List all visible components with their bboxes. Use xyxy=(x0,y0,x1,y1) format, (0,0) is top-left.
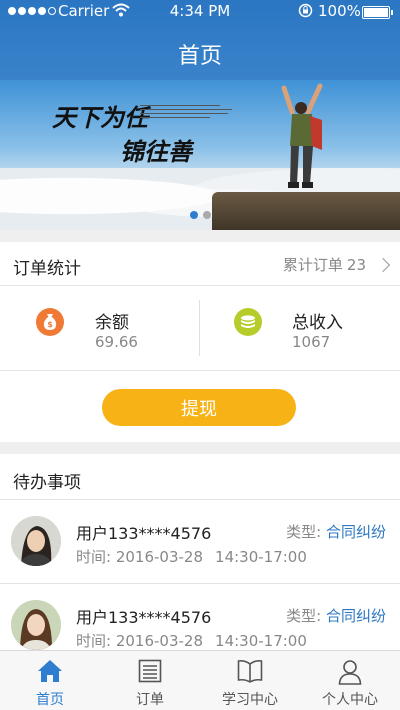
page-title: 首页 xyxy=(177,44,222,69)
banner-slogan-line2: 锦往善 xyxy=(120,137,192,166)
todo-title: 待办事项 xyxy=(13,473,81,493)
avatar xyxy=(11,516,61,566)
tab-profile[interactable]: 个人中心 xyxy=(300,651,400,710)
chevron-right-icon xyxy=(375,257,391,272)
rotation-lock-icon xyxy=(298,3,313,18)
tab-home-label: 首页 xyxy=(36,692,64,708)
todo-user: 用户133****4576 xyxy=(76,608,212,627)
app-header: Carrier 4:34 PM 100% 首页 xyxy=(0,0,400,80)
todo-time-range: 14:30-17:00 xyxy=(215,548,307,566)
svg-text:$: $ xyxy=(47,320,53,329)
todo-time-label: 时间: xyxy=(76,632,112,650)
person-icon xyxy=(338,660,362,685)
tab-learning[interactable]: 学习中心 xyxy=(200,651,300,710)
todo-time: 时间: 2016-03-28 14:30-17:00 xyxy=(76,546,307,567)
tab-bar: 首页 订单 学习中心 个人中心 xyxy=(0,650,400,710)
todo-user: 用户133****4576 xyxy=(76,524,212,543)
todo-time: 时间: 2016-03-28 14:30-17:00 xyxy=(76,630,307,650)
todo-type-label: 类型: xyxy=(286,607,322,625)
order-stats-title: 订单统计 xyxy=(13,259,81,279)
tab-orders-label: 订单 xyxy=(136,692,164,708)
income-label: 总收入 xyxy=(292,313,343,333)
income-value: 1067 xyxy=(292,333,331,351)
order-stats-card: 订单统计 累计订单 23 $ 余额 69.66 总收入 1067 xyxy=(0,242,400,370)
todo-type-value: 合同纠纷 xyxy=(325,607,386,625)
total-orders[interactable]: 累计订单 23 xyxy=(282,254,391,275)
battery-icon xyxy=(362,6,393,19)
avatar xyxy=(11,600,61,650)
todo-item[interactable]: 用户133****4576 类型: 合同纠纷 时间: 2016-03-28 14:… xyxy=(0,500,400,584)
income-stat[interactable]: 总收入 1067 xyxy=(200,286,400,370)
todo-date: 2016-03-28 xyxy=(115,632,204,650)
todo-date: 2016-03-28 xyxy=(115,548,204,566)
coins-icon xyxy=(234,308,262,336)
balance-stat[interactable]: $ 余额 69.66 xyxy=(0,286,200,370)
book-icon xyxy=(237,660,263,683)
banner-slogan-line1: 天下为任 xyxy=(52,103,148,132)
tab-home[interactable]: 首页 xyxy=(0,651,100,710)
todo-time-range: 14:30-17:00 xyxy=(215,632,307,650)
pager-dot-active[interactable] xyxy=(189,211,198,219)
total-orders-value: 23 xyxy=(346,255,366,274)
withdraw-section: 提现 xyxy=(0,370,400,442)
pager-dot[interactable] xyxy=(202,211,211,219)
order-stats-header[interactable]: 订单统计 累计订单 23 xyxy=(0,242,400,286)
home-icon xyxy=(38,660,62,682)
todo-type: 类型: 合同纠纷 xyxy=(286,521,386,542)
todo-header: 待办事项 xyxy=(0,454,400,500)
total-orders-label: 累计订单 xyxy=(282,256,343,274)
battery-percent: 100% xyxy=(318,2,361,20)
todo-item[interactable]: 用户133****4576 类型: 合同纠纷 时间: 2016-03-28 14:… xyxy=(0,584,400,650)
banner-small-text xyxy=(140,102,236,121)
hiker-illustration xyxy=(281,83,323,188)
balance-value: 69.66 xyxy=(95,333,138,351)
withdraw-button[interactable]: 提现 xyxy=(102,389,296,426)
todo-type-value: 合同纠纷 xyxy=(325,523,386,541)
tab-profile-label: 个人中心 xyxy=(322,692,378,708)
list-icon xyxy=(138,659,162,683)
banner-carousel[interactable]: 天下为任 锦往善 xyxy=(0,80,400,230)
todo-time-label: 时间: xyxy=(76,548,112,566)
tab-orders[interactable]: 订单 xyxy=(100,651,200,710)
todo-section: 待办事项 用户133****4576 类型: 合同纠纷 时间: 2016-03-… xyxy=(0,454,400,650)
tab-learning-label: 学习中心 xyxy=(222,692,278,708)
todo-type-label: 类型: xyxy=(286,523,322,541)
banner-pager xyxy=(0,211,400,219)
balance-label: 余额 xyxy=(95,313,129,333)
todo-type: 类型: 合同纠纷 xyxy=(286,605,386,626)
status-bar: Carrier 4:34 PM 100% xyxy=(0,0,400,24)
money-bag-icon: $ xyxy=(36,308,64,336)
